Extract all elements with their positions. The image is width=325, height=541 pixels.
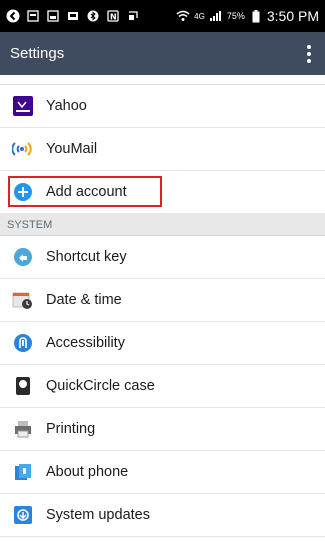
status-bar: N 4G 75% 3:50 PM bbox=[0, 0, 325, 32]
notification-icons: N bbox=[0, 9, 140, 23]
accessibility-icon bbox=[12, 332, 34, 354]
date-time-icon bbox=[12, 289, 34, 311]
list-item-label: System updates bbox=[46, 507, 150, 523]
list-item-label: Shortcut key bbox=[46, 249, 127, 265]
printer-icon bbox=[12, 418, 34, 440]
list-item-label: Add account bbox=[46, 184, 127, 200]
clock: 3:50 PM bbox=[266, 8, 319, 24]
list-item-about-phone[interactable]: About phone bbox=[0, 451, 325, 494]
list-item-shortcut-key[interactable]: Shortcut key bbox=[0, 236, 325, 279]
overflow-menu-icon[interactable] bbox=[307, 32, 325, 75]
list-item-add-account[interactable]: Add account bbox=[0, 171, 325, 214]
list-item-label: Date & time bbox=[46, 292, 122, 308]
message-notification-icon bbox=[66, 9, 80, 23]
back-arrow-notification-icon bbox=[6, 9, 20, 23]
settings-list[interactable]: Yahoo YouMail Add account SYSTEM Shortcu… bbox=[0, 75, 325, 537]
list-item-label: Yahoo bbox=[46, 98, 87, 114]
list-item-label: YouMail bbox=[46, 141, 98, 157]
battery-percent: 75% bbox=[226, 11, 245, 21]
list-item-label: QuickCircle case bbox=[46, 378, 155, 394]
wifi-icon bbox=[176, 9, 190, 23]
section-header-system: SYSTEM bbox=[0, 214, 325, 236]
list-item-youmail[interactable]: YouMail bbox=[0, 128, 325, 171]
yahoo-icon bbox=[12, 95, 34, 117]
list-top-edge bbox=[0, 75, 325, 85]
list-item-accessibility[interactable]: Accessibility bbox=[0, 322, 325, 365]
app-bar: Settings bbox=[0, 32, 325, 75]
battery-icon bbox=[249, 9, 263, 23]
list-item-label: About phone bbox=[46, 464, 129, 480]
about-phone-icon bbox=[12, 461, 34, 483]
list-item-quickcircle-case[interactable]: QuickCircle case bbox=[0, 365, 325, 408]
list-item-date-time[interactable]: Date & time bbox=[0, 279, 325, 322]
svg-text:N: N bbox=[110, 13, 117, 22]
add-icon bbox=[12, 181, 34, 203]
list-item-yahoo[interactable]: Yahoo bbox=[0, 85, 325, 128]
shortcut-key-icon bbox=[12, 246, 34, 268]
signal-icon bbox=[209, 9, 223, 23]
system-status: 4G 75% 3:50 PM bbox=[176, 8, 325, 24]
screen-mirror-icon bbox=[126, 9, 140, 23]
youmail-icon bbox=[12, 138, 34, 160]
system-updates-icon bbox=[12, 504, 34, 526]
nfc-icon: N bbox=[106, 9, 120, 23]
list-item-label: Accessibility bbox=[46, 335, 125, 351]
page-title: Settings bbox=[10, 45, 65, 62]
app-notification-icon bbox=[26, 9, 40, 23]
quickcircle-icon bbox=[12, 375, 34, 397]
list-item-label: Printing bbox=[46, 421, 96, 437]
list-item-printing[interactable]: Printing bbox=[0, 408, 325, 451]
bluetooth-icon bbox=[86, 9, 100, 23]
network-type: 4G bbox=[194, 11, 205, 21]
gallery-notification-icon bbox=[46, 9, 60, 23]
list-item-system-updates[interactable]: System updates bbox=[0, 494, 325, 537]
